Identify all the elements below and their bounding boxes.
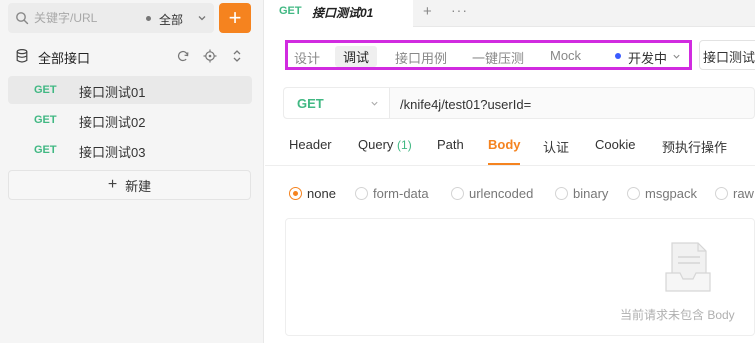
method-select[interactable]: GET [284, 88, 390, 118]
new-tab-icon[interactable]: + [423, 3, 432, 20]
radio-none-label[interactable]: none [307, 186, 336, 201]
radio-urlencoded[interactable] [451, 187, 464, 200]
sidebar: 全部 + 全部接口 [0, 0, 264, 343]
empty-state-text: 当前请求未包含 Body [620, 308, 735, 322]
database-icon [16, 49, 28, 63]
search-row: 全部 + [8, 3, 256, 33]
radio-raw-label[interactable]: raw [733, 186, 754, 201]
request-url-bar: GET [283, 87, 755, 119]
search-input[interactable] [34, 9, 134, 27]
tab-query-count: (1) [397, 138, 412, 152]
api-method-badge: GET [34, 114, 57, 126]
tab-title: 接口测试01 [312, 6, 374, 20]
tab-pre-processors[interactable]: 预执行操作 [662, 137, 727, 156]
tab-path[interactable]: Path [437, 137, 464, 152]
group-title: 全部接口 [38, 51, 91, 66]
body-panel: 当前请求未包含 Body [285, 218, 755, 336]
plus-icon: + [107, 176, 118, 193]
chevron-down-icon [198, 16, 206, 21]
chevron-down-icon [371, 101, 378, 106]
radio-binary-label[interactable]: binary [573, 186, 608, 201]
environment-select[interactable]: 开发中 [628, 48, 667, 67]
new-button[interactable]: + 新建 [8, 170, 251, 200]
api-list-item[interactable]: GET 接口测试03 [8, 136, 252, 164]
radio-raw[interactable] [715, 187, 728, 200]
tab-indicator [265, 26, 413, 28]
document-tab[interactable]: GET 接口测试01 [265, 0, 413, 28]
scope-label: 全部 [159, 13, 184, 27]
search-icon [16, 12, 29, 25]
request-tabs: Header Query (1) Path Body 认证 Cookie 预执行… [265, 126, 755, 166]
document-tabbar: GET 接口测试01 + ··· [265, 0, 755, 28]
tab-method-badge: GET [279, 5, 302, 17]
chevron-down-icon[interactable] [672, 52, 681, 61]
environment-dot-icon [615, 53, 621, 59]
more-icon[interactable]: ··· [451, 2, 468, 18]
method-label: GET [297, 96, 324, 111]
api-name: 接口测试03 [79, 145, 146, 160]
mode-switcher: 设计 调试 接口用例 一键压测 Mock 开发中 [285, 40, 692, 70]
tab-query-label: Query [358, 137, 394, 152]
tab-query[interactable]: Query (1) [358, 137, 412, 152]
api-list-item[interactable]: GET 接口测试02 [8, 106, 252, 134]
body-type-radio-group: none form-data urlencoded binary msgpack… [287, 185, 755, 205]
locate-icon[interactable] [203, 49, 217, 63]
mode-cases[interactable]: 接口用例 [395, 48, 447, 67]
radio-msgpack[interactable] [627, 187, 640, 200]
group-tools [176, 49, 244, 63]
tab-auth[interactable]: 认证 [543, 137, 569, 156]
active-tab-indicator [488, 163, 520, 165]
case-select[interactable]: 接口测试 [699, 40, 755, 70]
radio-none[interactable] [289, 187, 302, 200]
api-list-item[interactable]: GET 接口测试01 [8, 76, 252, 104]
group-header[interactable]: 全部接口 [8, 42, 256, 70]
radio-msgpack-label[interactable]: msgpack [645, 186, 697, 201]
api-name: 接口测试01 [79, 85, 146, 100]
plus-icon: + [228, 5, 242, 30]
main-panel: GET 接口测试01 + ··· 设计 调试 接口用例 一键压测 Mock 开发… [265, 0, 755, 343]
radio-urlencoded-label[interactable]: urlencoded [469, 186, 533, 201]
mode-debug[interactable]: 调试 [335, 46, 378, 67]
radio-binary[interactable] [555, 187, 568, 200]
api-method-badge: GET [34, 144, 57, 156]
tab-cookie[interactable]: Cookie [595, 137, 635, 152]
new-button-label: 新建 [125, 178, 152, 194]
mode-mock[interactable]: Mock [550, 48, 581, 63]
empty-inbox-icon [665, 242, 711, 292]
scope-dot-icon [146, 16, 151, 21]
add-button[interactable]: + [219, 3, 251, 33]
search-box[interactable]: 全部 [8, 3, 214, 33]
radio-form-data[interactable] [355, 187, 368, 200]
tab-body[interactable]: Body [488, 137, 521, 152]
api-name: 接口测试02 [79, 115, 146, 130]
scope-select[interactable]: 全部 [136, 3, 214, 33]
mode-load-test[interactable]: 一键压测 [472, 48, 524, 67]
tab-header[interactable]: Header [289, 137, 332, 152]
radio-form-data-label[interactable]: form-data [373, 186, 429, 201]
refresh-icon[interactable] [176, 49, 190, 63]
api-method-badge: GET [34, 84, 57, 96]
url-input[interactable] [400, 95, 740, 113]
mode-design[interactable]: 设计 [294, 48, 320, 67]
expand-collapse-icon[interactable] [230, 49, 244, 63]
